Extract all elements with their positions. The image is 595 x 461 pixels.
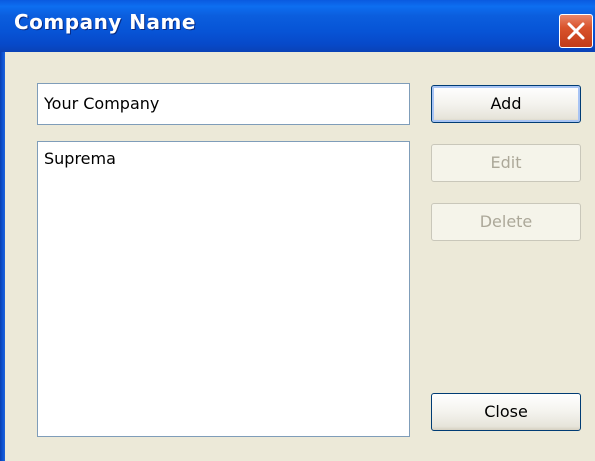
window-title: Company Name (14, 10, 196, 34)
close-icon (567, 22, 585, 40)
close-button[interactable]: Close (431, 393, 581, 431)
dialog-window: Company Name Your Company Suprema Add Ed… (0, 0, 595, 461)
company-name-input-value: Your Company (44, 94, 160, 113)
company-list[interactable]: Suprema (37, 141, 410, 437)
edit-button[interactable]: Edit (431, 144, 581, 182)
title-bar[interactable]: Company Name (0, 0, 595, 52)
window-frame-left (0, 52, 5, 461)
company-name-input[interactable]: Your Company (37, 83, 410, 125)
add-button[interactable]: Add (431, 85, 581, 123)
list-item[interactable]: Suprema (44, 149, 116, 168)
delete-button[interactable]: Delete (431, 203, 581, 241)
close-window-button[interactable] (559, 14, 593, 48)
